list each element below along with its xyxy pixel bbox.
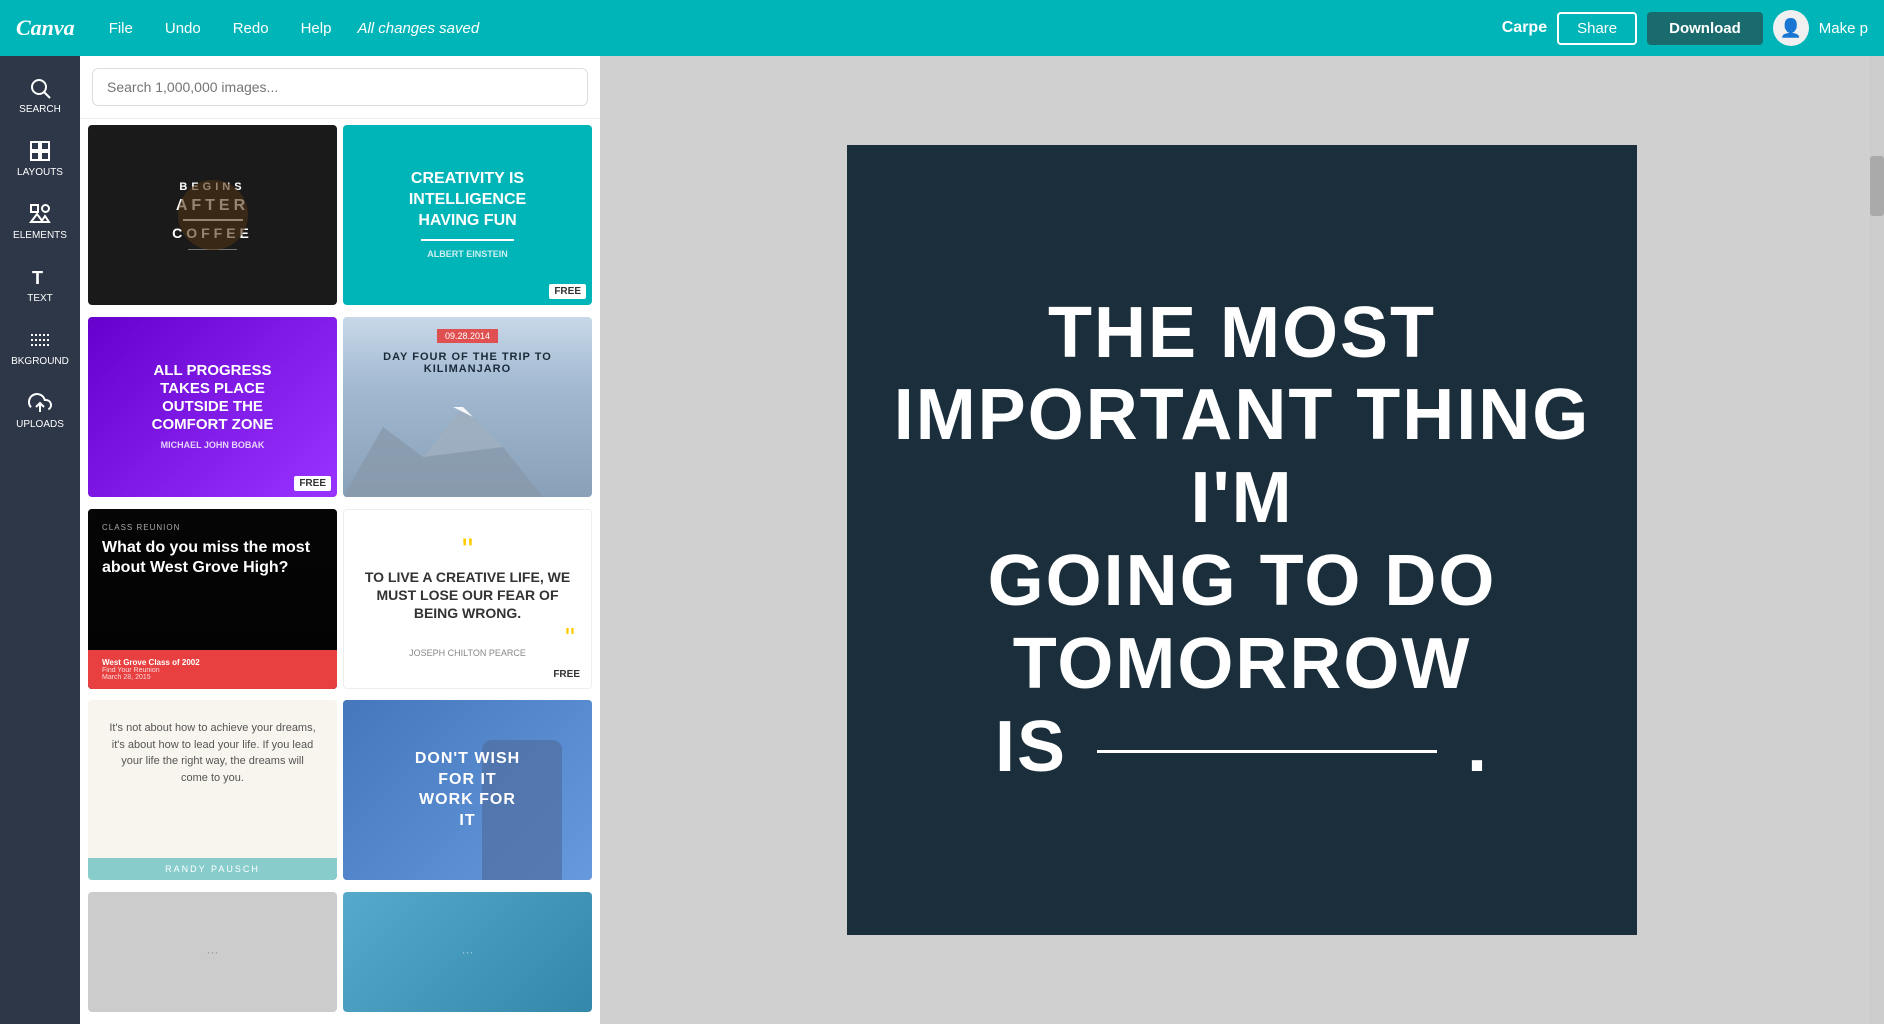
template-partial-bottom-right[interactable]: ··· [343,892,592,1012]
menu-undo[interactable]: Undo [159,16,207,41]
badge-free-t6: FREE [548,667,585,682]
mountain-svg [343,397,543,497]
sidebar-item-search[interactable]: SEARCH [0,66,80,125]
sidebar: SEARCH LAYOUTS ELEMENTS T TEXT [0,56,80,1024]
canvas-area[interactable]: THE MOST IMPORTANT THING I'M GOING TO DO… [600,56,1884,1024]
search-input[interactable] [92,68,588,106]
elements-icon [28,202,52,226]
layouts-icon [28,139,52,163]
template-partial-bottom-left[interactable]: ··· [88,892,337,1012]
canvas-text-block: THE MOST IMPORTANT THING I'M GOING TO DO… [847,252,1637,829]
sidebar-item-uploads[interactable]: UPLOADS [0,381,80,440]
avatar[interactable]: 👤 [1773,10,1809,46]
make-plus-button[interactable]: Make p [1819,20,1868,37]
canvas-line3: GOING TO DO [887,540,1597,623]
project-name[interactable]: Carpe [1502,19,1547,37]
canva-logo[interactable]: Canva [16,15,75,41]
template-achieve-dreams[interactable]: It's not about how to achieve your dream… [88,700,337,880]
nav-right-section: Carpe Share Download 👤 Make p [1502,10,1868,46]
canvas-line5: IS . [887,706,1597,789]
badge-free-t2: FREE [549,284,586,299]
menu-file[interactable]: File [103,16,139,41]
search-box [80,56,600,119]
template-dont-wish[interactable]: DON'T WISH FOR IT WORK FOR IT [343,700,592,880]
vertical-scrollbar[interactable] [1870,56,1884,1024]
download-button[interactable]: Download [1647,12,1763,45]
template-creative-life[interactable]: " TO LIVE A CREATIVE LIFE, WE MUST LOSE … [343,509,592,689]
panel: BEGINS AFTER COFFEE CREATIVITY IS INTELL… [80,56,600,1024]
sidebar-item-layouts[interactable]: LAYOUTS [0,129,80,188]
template-progress[interactable]: ALL PROGRESS TAKES PLACE OUTSIDE THE COM… [88,317,337,497]
canvas-line2: IMPORTANT THING I'M [887,374,1597,540]
sidebar-item-background[interactable]: BKGROUND [0,318,80,377]
search-icon [28,76,52,100]
sidebar-item-elements[interactable]: ELEMENTS [0,192,80,251]
template-coffee[interactable]: BEGINS AFTER COFFEE [88,125,337,305]
template-westgrove[interactable]: CLASS REUNION What do you miss the most … [88,509,337,689]
template-kilimanjaro[interactable]: 09.28.2014 DAY FOUR OF THE TRIP TOKILIMA… [343,317,592,497]
badge-free-t3: FREE [294,476,331,491]
menu-help[interactable]: Help [295,16,338,41]
canvas-card[interactable]: THE MOST IMPORTANT THING I'M GOING TO DO… [847,145,1637,935]
background-icon [28,328,52,352]
text-icon: T [28,265,52,289]
templates-grid: BEGINS AFTER COFFEE CREATIVITY IS INTELL… [80,119,600,1024]
template-creativity[interactable]: CREATIVITY IS INTELLIGENCE HAVING FUN AL… [343,125,592,305]
canvas-line4: TOMORROW [887,623,1597,706]
sidebar-item-text[interactable]: T TEXT [0,255,80,314]
canvas-line1: THE MOST [887,292,1597,375]
uploads-icon [28,391,52,415]
blank-underline [1097,750,1437,753]
menu-redo[interactable]: Redo [227,16,275,41]
autosave-status: All changes saved [357,20,1481,37]
main-layout: SEARCH LAYOUTS ELEMENTS T TEXT [0,56,1884,1024]
svg-text:T: T [32,268,43,288]
scrollbar-thumb[interactable] [1870,156,1884,216]
top-nav: Canva File Undo Redo Help All changes sa… [0,0,1884,56]
share-button[interactable]: Share [1557,12,1637,45]
